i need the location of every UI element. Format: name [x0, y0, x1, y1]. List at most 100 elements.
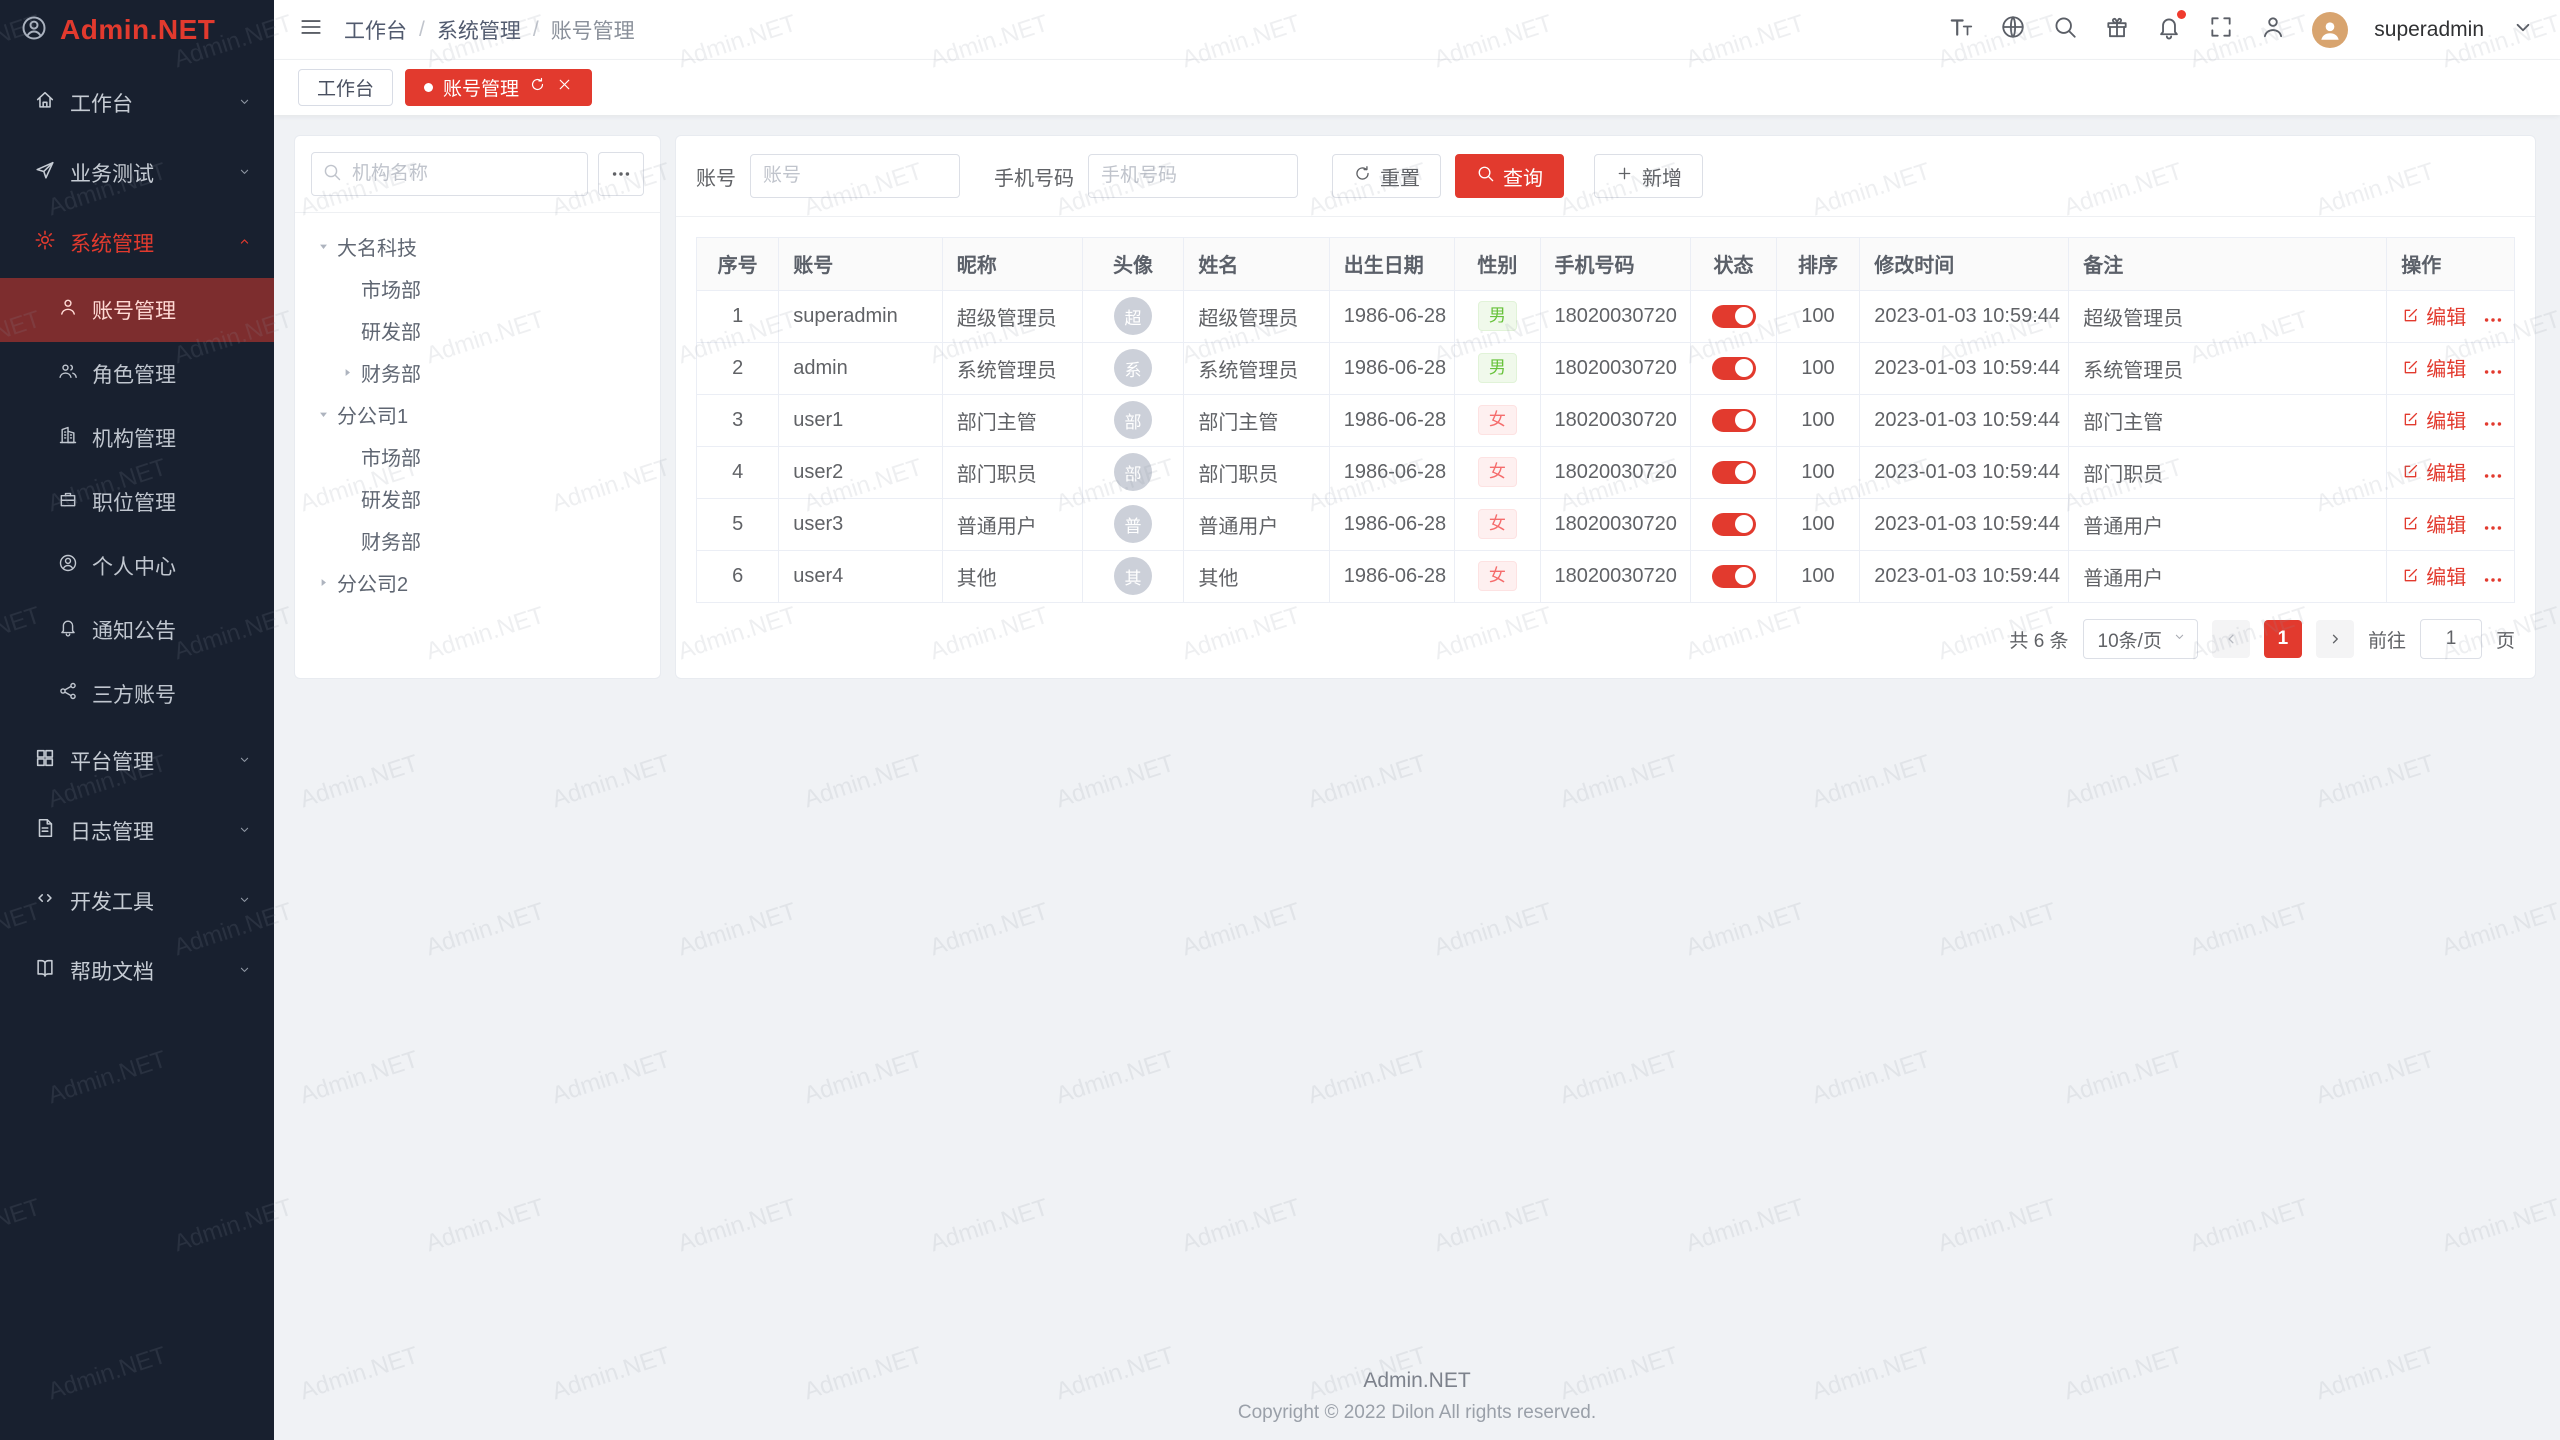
- cell-name: 普通用户: [1184, 498, 1329, 550]
- logo[interactable]: Admin.NET: [0, 0, 274, 60]
- gender-tag: 女: [1478, 509, 1517, 539]
- edit-button[interactable]: 编辑: [2401, 353, 2466, 382]
- chevron-down-icon[interactable]: [2510, 14, 2536, 45]
- row-more-button[interactable]: [2482, 569, 2504, 591]
- cell-index: 2: [697, 342, 779, 394]
- bell-icon: [58, 617, 78, 643]
- status-toggle[interactable]: [1712, 305, 1756, 328]
- tree-more-button[interactable]: [598, 152, 644, 196]
- tree-node[interactable]: 财务部: [303, 519, 652, 561]
- sidebar-item-role[interactable]: 角色管理: [0, 342, 274, 406]
- person-icon[interactable]: [2260, 14, 2286, 45]
- sidebar-item-workbench[interactable]: 工作台: [0, 68, 274, 138]
- sidebar-item-org[interactable]: 机构管理: [0, 406, 274, 470]
- cell-birthdate: 1986-06-28: [1329, 342, 1454, 394]
- sidebar-item-label: 职位管理: [92, 487, 176, 517]
- avatar: 部: [1114, 401, 1152, 439]
- bell-icon[interactable]: [2156, 14, 2182, 45]
- tree-node[interactable]: 市场部: [303, 435, 652, 477]
- tree-node[interactable]: 分公司1: [303, 393, 652, 435]
- breadcrumb-item[interactable]: 系统管理: [437, 15, 521, 45]
- sidebar-item-position[interactable]: 职位管理: [0, 470, 274, 534]
- globe-icon[interactable]: [2000, 14, 2026, 45]
- account-filter-input[interactable]: [750, 154, 960, 198]
- fullscreen-icon[interactable]: [2208, 14, 2234, 45]
- refresh-icon[interactable]: [529, 76, 546, 99]
- search-icon[interactable]: [2052, 14, 2078, 45]
- status-toggle[interactable]: [1712, 461, 1756, 484]
- sidebar-item-business-test[interactable]: 业务测试: [0, 138, 274, 208]
- cell-nickname: 超级管理员: [942, 290, 1082, 342]
- accounts-table-wrap: 序号账号昵称头像姓名出生日期性别手机号码状态排序修改时间备注操作 1supera…: [696, 237, 2515, 603]
- gender-tag: 女: [1478, 561, 1517, 591]
- sidebar-item-system[interactable]: 系统管理: [0, 208, 274, 278]
- tab-label: 账号管理: [443, 74, 519, 101]
- chevron-down-icon: [2172, 628, 2187, 650]
- sidebar-item-platform[interactable]: 平台管理: [0, 726, 274, 796]
- status-toggle[interactable]: [1712, 409, 1756, 432]
- prev-page-button[interactable]: [2212, 620, 2250, 658]
- footer-copyright: Copyright © 2022 Dilon All rights reserv…: [274, 1402, 2560, 1424]
- edit-button[interactable]: 编辑: [2401, 457, 2466, 486]
- cell-avatar: 部: [1082, 446, 1184, 498]
- sidebar-item-devtools[interactable]: 开发工具: [0, 866, 274, 936]
- search-button[interactable]: 查询: [1455, 154, 1564, 198]
- page-number-1[interactable]: 1: [2264, 620, 2302, 658]
- tree-node[interactable]: 财务部: [303, 351, 652, 393]
- edit-button[interactable]: 编辑: [2401, 301, 2466, 330]
- cell-account: user1: [779, 394, 943, 446]
- close-icon[interactable]: [556, 76, 573, 99]
- sidebar-item-notice[interactable]: 通知公告: [0, 598, 274, 662]
- tree-node[interactable]: 市场部: [303, 267, 652, 309]
- sidebar-item-profile[interactable]: 个人中心: [0, 534, 274, 598]
- status-toggle[interactable]: [1712, 565, 1756, 588]
- sidebar-item-label: 个人中心: [92, 551, 176, 581]
- tab-workbench[interactable]: 工作台: [298, 69, 393, 106]
- gift-icon[interactable]: [2104, 14, 2130, 45]
- col-nickname: 昵称: [942, 238, 1082, 290]
- phone-filter-input[interactable]: [1088, 154, 1298, 198]
- menu-collapse-icon[interactable]: [298, 14, 324, 45]
- cell-remark: 普通用户: [2069, 498, 2387, 550]
- breadcrumb-item[interactable]: 工作台: [344, 15, 407, 45]
- avatar: 超: [1114, 297, 1152, 335]
- status-toggle[interactable]: [1712, 513, 1756, 536]
- status-toggle[interactable]: [1712, 357, 1756, 380]
- account-filter-label: 账号: [696, 162, 736, 191]
- edit-button[interactable]: 编辑: [2401, 405, 2466, 434]
- edit-button[interactable]: 编辑: [2401, 561, 2466, 590]
- goto-page-input[interactable]: [2420, 619, 2482, 659]
- row-more-button[interactable]: [2482, 465, 2504, 487]
- tree-node[interactable]: 分公司2: [303, 561, 652, 603]
- cell-modified: 2023-01-03 10:59:44: [1860, 446, 2069, 498]
- sidebar-item-label: 工作台: [70, 88, 133, 118]
- reset-button[interactable]: 重置: [1332, 154, 1441, 198]
- sidebar-item-logs[interactable]: 日志管理: [0, 796, 274, 866]
- cell-nickname: 系统管理员: [942, 342, 1082, 394]
- cell-phone: 18020030720: [1540, 290, 1691, 342]
- add-button[interactable]: 新增: [1594, 154, 1703, 198]
- tree-node[interactable]: 研发部: [303, 477, 652, 519]
- avatar[interactable]: [2312, 12, 2348, 48]
- cell-modified: 2023-01-03 10:59:44: [1860, 290, 2069, 342]
- edit-button[interactable]: 编辑: [2401, 509, 2466, 538]
- tree-node-label: 财务部: [361, 526, 421, 555]
- user-icon: [58, 297, 78, 323]
- row-more-button[interactable]: [2482, 361, 2504, 383]
- row-more-button[interactable]: [2482, 309, 2504, 331]
- tree-node[interactable]: 大名科技: [303, 225, 652, 267]
- page-size-select[interactable]: 10条/页: [2083, 619, 2198, 659]
- chevron-up-icon: [237, 231, 252, 255]
- sidebar-item-help[interactable]: 帮助文档: [0, 936, 274, 1006]
- next-page-button[interactable]: [2316, 620, 2354, 658]
- sidebar-item-third-account[interactable]: 三方账号: [0, 662, 274, 726]
- sidebar-item-account[interactable]: 账号管理: [0, 278, 274, 342]
- username[interactable]: superadmin: [2374, 18, 2484, 42]
- row-more-button[interactable]: [2482, 413, 2504, 435]
- tab-account-manage[interactable]: 账号管理: [405, 69, 592, 106]
- sidebar-item-label: 业务测试: [70, 158, 154, 188]
- org-search-input[interactable]: [350, 162, 577, 186]
- font-size-icon[interactable]: [1948, 14, 1974, 45]
- row-more-button[interactable]: [2482, 517, 2504, 539]
- tree-node[interactable]: 研发部: [303, 309, 652, 351]
